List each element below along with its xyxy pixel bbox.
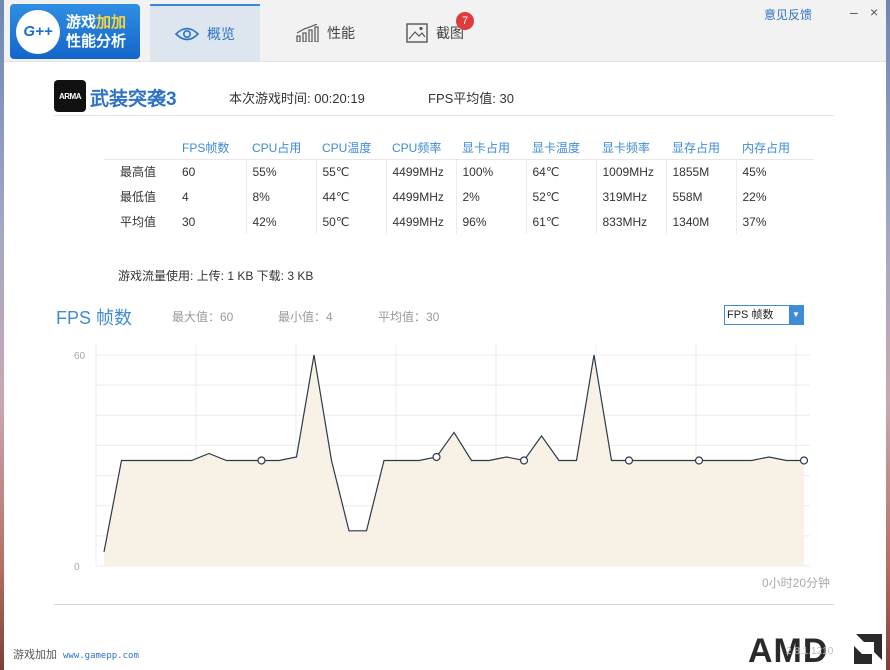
- app-window: G++ 游戏加加 性能分析 概览 性能 截图 7 意见反馈 – × ARMA 武…: [4, 0, 886, 670]
- metric-select[interactable]: FPS 帧数 ▼: [724, 305, 804, 325]
- table-row: 最低值 4 8% 44℃ 4499MHz 2% 52℃ 319MHz 558M …: [104, 184, 814, 209]
- version-label: 2.8.1.1210: [786, 646, 834, 657]
- col-header: FPS帧数: [176, 137, 246, 160]
- stat-cell: 64℃: [526, 159, 597, 184]
- stat-cell: 96%: [456, 209, 527, 234]
- play-time: 本次游戏时间: 00:20:19: [229, 91, 365, 106]
- col-header: CPU占用: [246, 137, 316, 160]
- stat-cell: 55%: [246, 159, 317, 184]
- col-header: 显卡频率: [596, 137, 666, 160]
- col-header: 显卡温度: [526, 137, 596, 160]
- game-header: ARMA 武装突袭3 本次游戏时间: 00:20:19 FPS平均值: 30: [54, 80, 834, 116]
- fps-min: 最小值：4: [278, 310, 333, 324]
- stat-cell: 4499MHz: [386, 159, 457, 184]
- fps-section-title: FPS 帧数: [56, 308, 133, 328]
- tab-performance-label: 性能: [327, 25, 355, 41]
- logo-badge: G++: [16, 9, 60, 54]
- stat-cell: 8%: [246, 184, 317, 209]
- tab-overview-label: 概览: [207, 26, 235, 42]
- stat-cell: 61℃: [526, 209, 597, 234]
- stat-cell: 22%: [742, 189, 767, 204]
- eye-icon: [175, 27, 199, 41]
- tab-overview[interactable]: 概览: [150, 4, 260, 62]
- stat-cell: 833MHz: [596, 209, 667, 234]
- x-end-label: 0小时20分钟: [762, 575, 830, 590]
- stats-corner: [104, 137, 176, 160]
- logo-line2: 性能分析: [66, 32, 127, 50]
- fps-chart: 0 60 0小时20分钟: [74, 345, 830, 590]
- stat-cell: 1340M: [666, 209, 737, 234]
- fps-point: [624, 456, 634, 465]
- stat-cell: 50℃: [316, 209, 387, 234]
- col-header: CPU温度: [316, 137, 386, 160]
- footer: 游戏加加 www.gamepp.com: [13, 646, 139, 662]
- app-logo: G++ 游戏加加 性能分析: [10, 4, 140, 59]
- fps-point: [799, 456, 809, 465]
- tab-performance[interactable]: 性能: [270, 4, 380, 62]
- table-row: 平均值 30 42% 50℃ 4499MHz 96% 61℃ 833MHz 13…: [104, 209, 814, 234]
- stat-cell: 45%: [742, 164, 767, 179]
- traffic-usage: 游戏流量使用: 上传: 1 KB 下载: 3 KB: [118, 269, 314, 283]
- stat-cell: 4499MHz: [386, 184, 457, 209]
- screenshot-count-badge: 7: [456, 12, 474, 30]
- logo-text: 游戏加加 性能分析: [66, 13, 126, 51]
- header-divider: [54, 115, 834, 116]
- tab-screenshots[interactable]: 截图: [380, 4, 490, 62]
- feedback-link[interactable]: 意见反馈: [764, 6, 812, 23]
- close-button[interactable]: ×: [870, 4, 878, 20]
- stat-cell: 4: [176, 184, 247, 209]
- fps-max: 最大值：60: [172, 310, 234, 324]
- stat-cell: 1009MHz: [596, 159, 667, 184]
- table-row: 最高值 60 55% 55℃ 4499MHz 100% 64℃ 1009MHz …: [104, 159, 814, 184]
- chevron-down-icon[interactable]: ▼: [789, 306, 803, 324]
- row-label: 最高值: [120, 165, 157, 180]
- stat-cell: 2%: [456, 184, 527, 209]
- stat-cell: 30: [176, 209, 247, 234]
- title-bar: G++ 游戏加加 性能分析 概览 性能 截图 7 意见反馈 – ×: [4, 0, 886, 62]
- footer-url[interactable]: www.gamepp.com: [63, 651, 139, 661]
- game-icon: ARMA: [54, 80, 86, 112]
- stats-table: FPS帧数 CPU占用 CPU温度 CPU频率 显卡占用 显卡温度 显卡频率 显…: [104, 137, 814, 234]
- minimize-button[interactable]: –: [850, 4, 858, 20]
- col-header: 显存占用: [666, 137, 736, 160]
- row-label: 平均值: [120, 215, 157, 229]
- metric-select-value: FPS 帧数: [727, 309, 774, 321]
- logo-line1-b: 加加: [96, 13, 127, 31]
- stat-cell: 1855M: [666, 159, 737, 184]
- fps-point: [432, 452, 441, 462]
- y-tick-label: 60: [74, 351, 86, 362]
- stat-cell: 558M: [666, 184, 737, 209]
- game-name: 武装突袭3: [90, 89, 177, 110]
- col-header: 显卡占用: [456, 137, 526, 160]
- bar-chart-icon: [296, 24, 319, 42]
- col-header: CPU频率: [386, 137, 456, 160]
- stat-cell: 55℃: [316, 159, 387, 184]
- col-header: 内存占用: [736, 137, 814, 160]
- amd-arrow-icon: [854, 634, 882, 664]
- fps-point: [257, 456, 266, 465]
- stat-cell: 52℃: [526, 184, 597, 209]
- row-label: 最低值: [120, 190, 157, 204]
- footer-name: 游戏加加: [13, 649, 57, 661]
- fps-point: [519, 456, 529, 465]
- stat-cell: 4499MHz: [386, 209, 457, 234]
- logo-line1-a: 游戏: [66, 13, 97, 31]
- fps-avg-stat: 平均值：30: [378, 310, 440, 324]
- y-tick-label: 0: [74, 562, 80, 573]
- stat-cell: 42%: [246, 209, 317, 234]
- stat-cell: 44℃: [316, 184, 387, 209]
- chart-divider: [54, 604, 834, 605]
- image-icon: [406, 23, 428, 43]
- stat-cell: 37%: [742, 214, 767, 229]
- stat-cell: 100%: [456, 159, 527, 184]
- stat-cell: 319MHz: [596, 184, 667, 209]
- fps-average: FPS平均值: 30: [428, 91, 514, 106]
- stat-cell: 60: [176, 159, 247, 184]
- stats-header-row: FPS帧数 CPU占用 CPU温度 CPU频率 显卡占用 显卡温度 显卡频率 显…: [104, 137, 814, 160]
- fps-point: [694, 456, 704, 465]
